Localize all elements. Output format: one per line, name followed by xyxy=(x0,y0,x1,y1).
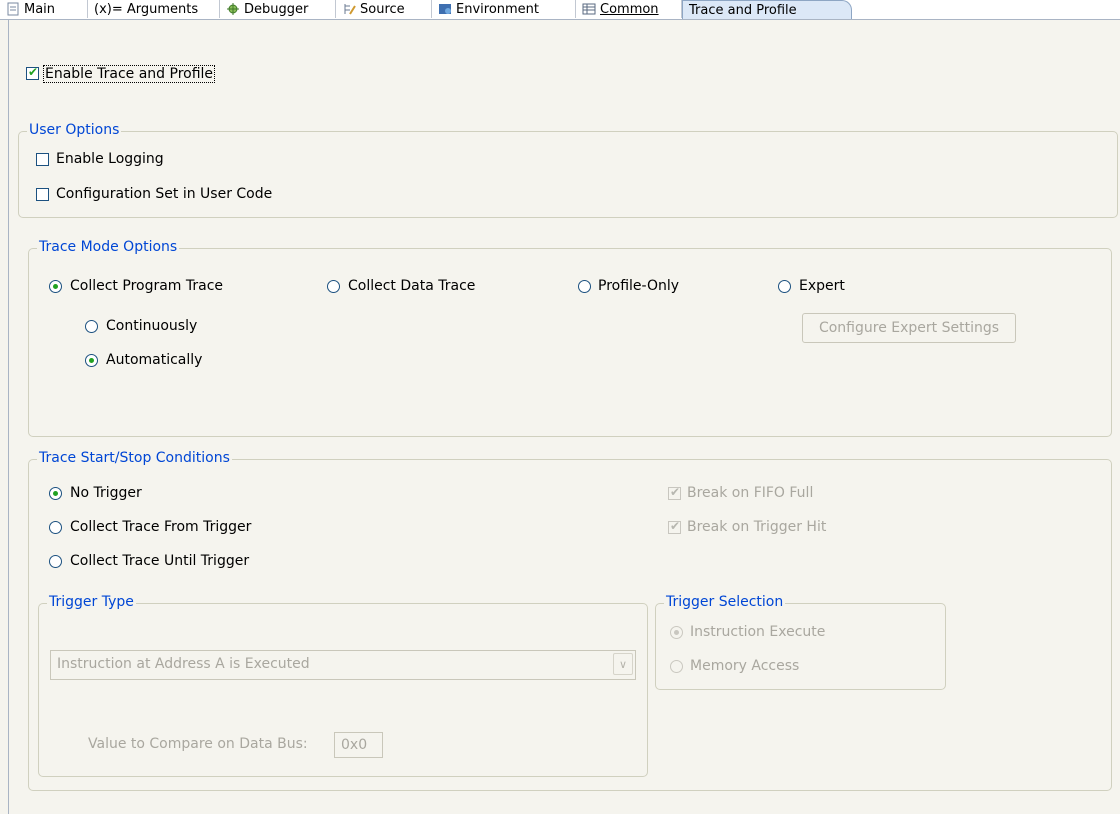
start-stop-title: Trace Start/Stop Conditions xyxy=(37,450,232,466)
no-trigger-label: No Trigger xyxy=(70,485,142,501)
data-trace-radio[interactable] xyxy=(327,280,340,293)
until-trigger-label: Collect Trace Until Trigger xyxy=(70,553,250,569)
automatically-label: Automatically xyxy=(106,352,203,368)
configure-expert-button[interactable]: Configure Expert Settings xyxy=(802,313,1016,343)
trigger-type-select[interactable]: Instruction at Address A is Executed ∨ xyxy=(50,650,636,680)
profile-only-label: Profile-Only xyxy=(598,278,680,294)
no-trigger-radio[interactable] xyxy=(49,487,62,500)
checkmark-icon: ✔ xyxy=(670,485,681,499)
expert-label: Expert xyxy=(799,278,845,294)
checkmark-icon: ✔ xyxy=(28,65,39,79)
chevron-down-icon[interactable]: ∨ xyxy=(613,653,633,675)
tab-label: Common xyxy=(600,1,659,17)
continuously-label: Continuously xyxy=(106,318,198,334)
trace-mode-title: Trace Mode Options xyxy=(37,239,180,255)
user-options-title: User Options xyxy=(27,122,122,138)
data-trace-label: Collect Data Trace xyxy=(348,278,476,294)
tab-trace-and-profile[interactable]: Trace and Profile xyxy=(682,0,852,19)
trigger-type-value: Instruction at Address A is Executed xyxy=(57,656,310,672)
user-options-group: User Options xyxy=(18,122,1118,218)
source-icon xyxy=(342,2,356,16)
break-fifo-checkbox[interactable]: ✔ xyxy=(668,485,681,500)
tab-label: Main xyxy=(24,1,56,17)
config-set-label: Configuration Set in User Code xyxy=(56,186,273,202)
enable-trace-label: Enable Trace and Profile xyxy=(43,65,216,83)
tab-label: Trace and Profile xyxy=(689,2,797,18)
main-tab-icon xyxy=(6,2,20,16)
memory-access-label: Memory Access xyxy=(690,658,800,674)
tab-label: Debugger xyxy=(244,1,309,17)
from-trigger-label: Collect Trace From Trigger xyxy=(70,519,252,535)
enable-trace-checkbox[interactable]: ✔ xyxy=(26,65,39,80)
debugger-bug-icon xyxy=(226,2,240,16)
tab-label: (x)= Arguments xyxy=(94,1,199,17)
break-trigger-checkbox[interactable]: ✔ xyxy=(668,519,681,534)
checkmark-icon: ✔ xyxy=(670,519,681,533)
compare-value-label: Value to Compare on Data Bus: xyxy=(88,736,308,752)
from-trigger-radio[interactable] xyxy=(49,521,62,534)
memory-access-radio[interactable] xyxy=(670,660,683,673)
tab-source[interactable]: Source xyxy=(336,0,432,18)
tab-bar: Main (x)= Arguments Debugger Source Envi… xyxy=(0,0,1120,20)
trigger-selection-group: Trigger Selection xyxy=(655,594,946,690)
trigger-type-title: Trigger Type xyxy=(47,594,136,610)
instruction-execute-label: Instruction Execute xyxy=(690,624,826,640)
continuously-radio[interactable] xyxy=(85,320,98,333)
break-trigger-label: Break on Trigger Hit xyxy=(687,519,827,535)
tab-debugger[interactable]: Debugger xyxy=(220,0,336,18)
enable-logging-label: Enable Logging xyxy=(56,151,164,167)
tab-common[interactable]: Common xyxy=(576,0,682,18)
tab-label: Source xyxy=(360,1,405,17)
break-fifo-label: Break on FIFO Full xyxy=(687,485,814,501)
instruction-execute-radio[interactable] xyxy=(670,626,683,639)
common-icon xyxy=(582,2,596,16)
program-trace-label: Collect Program Trace xyxy=(70,278,224,294)
environment-icon xyxy=(438,2,452,16)
automatically-radio[interactable] xyxy=(85,354,98,367)
panel-border xyxy=(8,20,9,814)
enable-logging-checkbox[interactable] xyxy=(36,153,49,166)
tab-arguments[interactable]: (x)= Arguments xyxy=(88,0,220,18)
until-trigger-radio[interactable] xyxy=(49,555,62,568)
tab-main[interactable]: Main xyxy=(0,0,88,18)
expert-radio[interactable] xyxy=(778,280,791,293)
profile-only-radio[interactable] xyxy=(578,280,591,293)
tab-environment[interactable]: Environment xyxy=(432,0,576,18)
tab-label: Environment xyxy=(456,1,540,17)
config-set-checkbox[interactable] xyxy=(36,188,49,201)
compare-value-field[interactable]: 0x0 xyxy=(334,732,383,758)
program-trace-radio[interactable] xyxy=(49,280,62,293)
trigger-selection-title: Trigger Selection xyxy=(664,594,786,610)
